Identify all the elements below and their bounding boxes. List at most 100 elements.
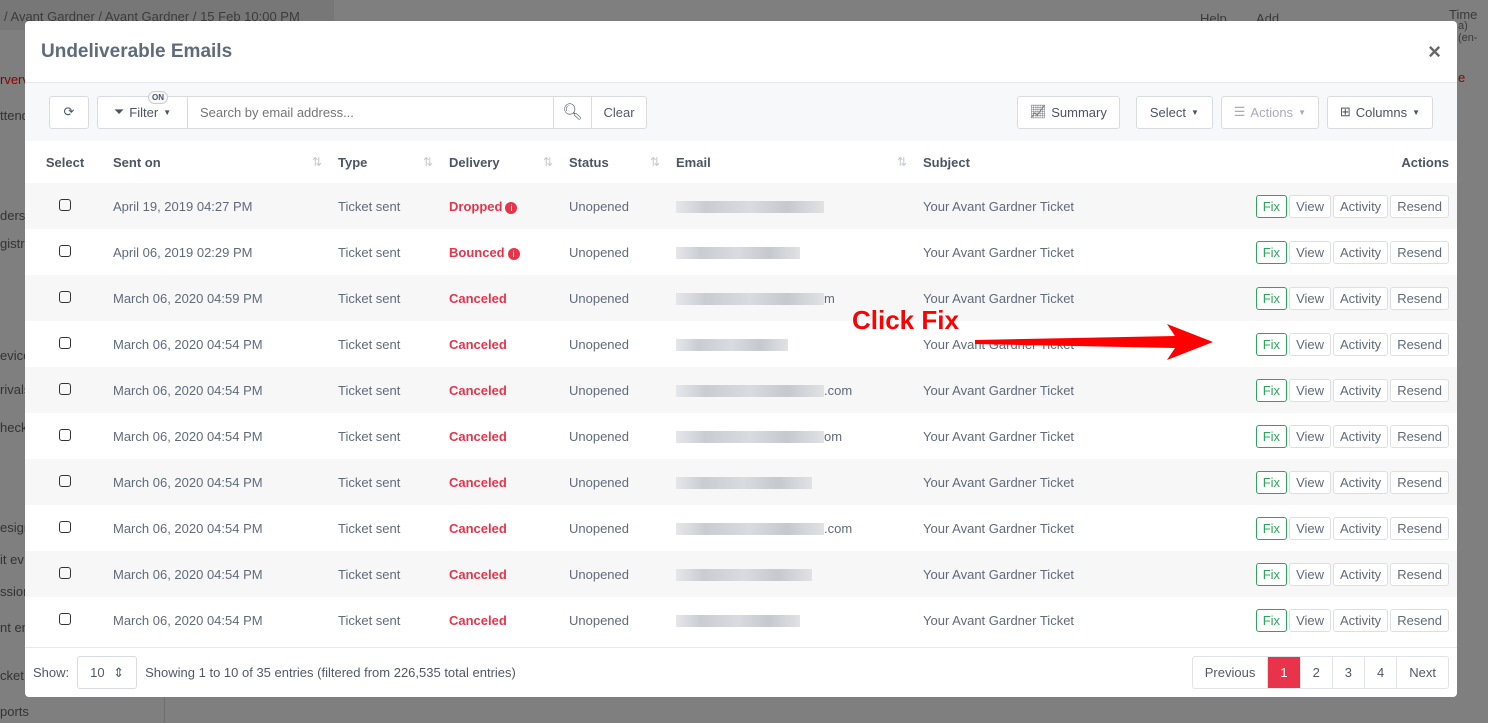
refresh-button[interactable]: ⟳ bbox=[49, 95, 89, 129]
resend-button[interactable]: Resend bbox=[1390, 562, 1449, 586]
activity-button[interactable]: Activity bbox=[1333, 608, 1389, 632]
clear-button[interactable]: Clear bbox=[591, 96, 646, 128]
actions-label: Actions bbox=[1250, 104, 1294, 120]
resend-button[interactable]: Resend bbox=[1390, 516, 1449, 540]
summary-button[interactable]: 📈︎ Summary bbox=[1016, 95, 1120, 129]
select-dropdown[interactable]: Select ▼ bbox=[1135, 95, 1213, 129]
view-button[interactable]: View bbox=[1289, 378, 1332, 402]
summary-label: Summary bbox=[1051, 104, 1107, 120]
row-checkbox[interactable] bbox=[59, 428, 71, 441]
fix-button[interactable]: Fix bbox=[1255, 194, 1288, 218]
row-checkbox[interactable] bbox=[59, 382, 71, 395]
table-row: April 19, 2019 04:27 PM Ticket sent Drop… bbox=[25, 183, 1457, 229]
activity-button[interactable]: Activity bbox=[1333, 378, 1389, 402]
status: Unopened bbox=[569, 244, 629, 260]
activity-button[interactable]: Activity bbox=[1333, 332, 1389, 356]
sort-icon[interactable]: ⇅ bbox=[423, 155, 433, 169]
page-2[interactable]: 2 bbox=[1299, 657, 1332, 688]
resend-button[interactable]: Resend bbox=[1390, 194, 1449, 218]
row-checkbox[interactable] bbox=[59, 520, 71, 533]
delivery-status: Canceled bbox=[449, 336, 507, 352]
view-button[interactable]: View bbox=[1289, 424, 1332, 448]
view-button[interactable]: View bbox=[1289, 470, 1332, 494]
page-3[interactable]: 3 bbox=[1331, 657, 1364, 688]
sort-icon[interactable]: ⇅ bbox=[897, 155, 907, 169]
activity-button[interactable]: Activity bbox=[1333, 194, 1389, 218]
fix-button[interactable]: Fix bbox=[1255, 286, 1288, 310]
activity-button[interactable]: Activity bbox=[1333, 240, 1389, 264]
row-checkbox[interactable] bbox=[59, 290, 71, 303]
caret-down-icon: ▼ bbox=[1412, 107, 1420, 117]
row-checkbox[interactable] bbox=[59, 566, 71, 579]
sidebar-item: ders bbox=[0, 208, 26, 223]
resend-button[interactable]: Resend bbox=[1390, 424, 1449, 448]
search-button[interactable]: 🔍︎ bbox=[553, 96, 591, 128]
resend-button[interactable]: Resend bbox=[1390, 608, 1449, 632]
col-delivery[interactable]: Delivery ⇅ bbox=[441, 141, 561, 183]
sent-on: March 06, 2020 04:59 PM bbox=[113, 290, 263, 306]
col-type[interactable]: Type ⇅ bbox=[330, 141, 441, 183]
page-1[interactable]: 1 bbox=[1267, 657, 1300, 688]
row-checkbox[interactable] bbox=[59, 612, 71, 625]
row-checkbox[interactable] bbox=[59, 474, 71, 487]
delivery-status: Canceled bbox=[449, 382, 507, 398]
info-icon[interactable]: i bbox=[505, 201, 518, 214]
activity-button[interactable]: Activity bbox=[1333, 516, 1389, 540]
blurred-email bbox=[676, 431, 824, 444]
type: Ticket sent bbox=[338, 612, 401, 628]
status: Unopened bbox=[569, 520, 629, 536]
col-sent-on[interactable]: Sent on ⇅ bbox=[105, 141, 330, 183]
activity-button[interactable]: Activity bbox=[1333, 470, 1389, 494]
view-button[interactable]: View bbox=[1289, 332, 1332, 356]
sort-icon[interactable]: ⇅ bbox=[650, 155, 660, 169]
status: Unopened bbox=[569, 382, 629, 398]
caret-down-icon: ▼ bbox=[1298, 107, 1306, 117]
page-previous[interactable]: Previous bbox=[1193, 657, 1268, 688]
fix-button[interactable]: Fix bbox=[1255, 608, 1288, 632]
table-row: March 06, 2020 04:54 PM Ticket sent Canc… bbox=[25, 551, 1457, 597]
view-button[interactable]: View bbox=[1289, 516, 1332, 540]
row-checkbox[interactable] bbox=[59, 244, 71, 257]
resend-button[interactable]: Resend bbox=[1390, 286, 1449, 310]
col-email[interactable]: Email ⇅ bbox=[668, 141, 915, 183]
row-checkbox[interactable] bbox=[59, 198, 71, 211]
filter-button[interactable]: ON ⏷ Filter ▼ bbox=[98, 90, 188, 128]
fix-button[interactable]: Fix bbox=[1255, 424, 1288, 448]
view-button[interactable]: View bbox=[1289, 608, 1332, 632]
page-next[interactable]: Next bbox=[1396, 657, 1448, 688]
sidebar-item: heck bbox=[0, 420, 28, 435]
fix-button[interactable]: Fix bbox=[1255, 378, 1288, 402]
sort-icon[interactable]: ⇅ bbox=[312, 155, 322, 169]
view-button[interactable]: View bbox=[1289, 562, 1332, 586]
page-4[interactable]: 4 bbox=[1364, 657, 1396, 688]
view-button[interactable]: View bbox=[1289, 194, 1332, 218]
view-button[interactable]: View bbox=[1289, 240, 1332, 264]
fix-button[interactable]: Fix bbox=[1255, 240, 1288, 264]
col-status[interactable]: Status ⇅ bbox=[561, 141, 668, 183]
activity-button[interactable]: Activity bbox=[1333, 424, 1389, 448]
delivery-status: Canceled bbox=[449, 290, 507, 306]
resend-button[interactable]: Resend bbox=[1390, 470, 1449, 494]
resend-button[interactable]: Resend bbox=[1390, 332, 1449, 356]
fix-button[interactable]: Fix bbox=[1255, 516, 1288, 540]
view-button[interactable]: View bbox=[1289, 286, 1332, 310]
activity-button[interactable]: Activity bbox=[1333, 562, 1389, 586]
fix-button[interactable]: Fix bbox=[1255, 470, 1288, 494]
resend-button[interactable]: Resend bbox=[1390, 378, 1449, 402]
actions-dropdown[interactable]: ☰ Actions ▼ bbox=[1220, 95, 1319, 129]
columns-dropdown[interactable]: ⊞ Columns ▼ bbox=[1326, 95, 1433, 129]
page-size-select[interactable]: 10 ⇕ bbox=[77, 656, 138, 689]
resend-button[interactable]: Resend bbox=[1390, 240, 1449, 264]
close-icon[interactable]: × bbox=[1428, 39, 1441, 65]
blurred-email bbox=[676, 293, 824, 306]
fix-button[interactable]: Fix bbox=[1255, 562, 1288, 586]
sort-icon[interactable]: ⇅ bbox=[543, 155, 553, 169]
activity-button[interactable]: Activity bbox=[1333, 286, 1389, 310]
fix-button[interactable]: Fix bbox=[1255, 332, 1288, 356]
type: Ticket sent bbox=[338, 290, 401, 306]
col-label: Status bbox=[569, 154, 609, 170]
info-icon[interactable]: i bbox=[507, 247, 520, 260]
row-checkbox[interactable] bbox=[59, 336, 71, 349]
search-input[interactable] bbox=[188, 96, 553, 128]
delivery-status: Bounced bbox=[449, 244, 505, 260]
